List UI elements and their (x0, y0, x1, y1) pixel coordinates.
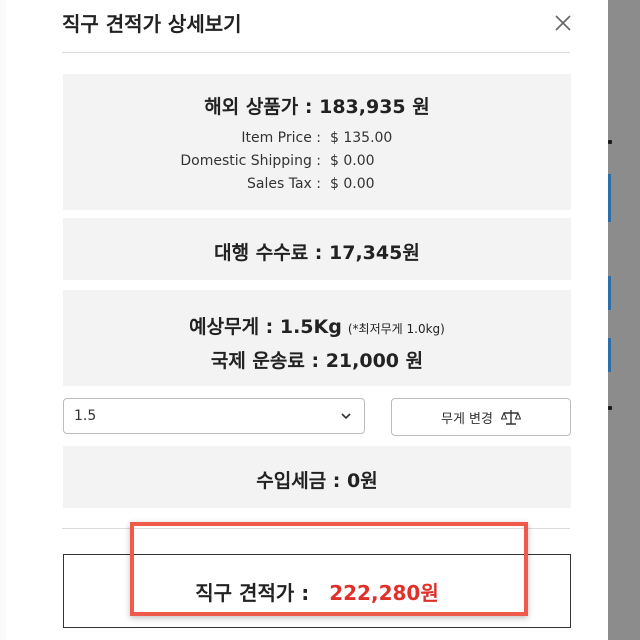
highlight-annotation (130, 522, 528, 616)
item-price-value: $ 135.00 (330, 130, 393, 146)
backdrop-dot (608, 406, 612, 410)
quote-detail-modal: 직구 견적가 상세보기 해외 상품가 : 183,935 원 Item Pric… (6, 0, 608, 640)
item-price-row: Item Price : $ 135.00 (63, 130, 571, 150)
backdrop-marker (608, 276, 611, 310)
item-price-label: Item Price : (241, 130, 321, 146)
page-backdrop (608, 0, 640, 640)
weight-change-label: 무게 변경 (441, 411, 493, 427)
weight-select[interactable]: 1.5 (63, 398, 365, 434)
domestic-shipping-value: $ 0.00 (330, 153, 375, 169)
modal-title: 직구 견적가 상세보기 (62, 12, 242, 36)
agency-fee-card: 대행 수수료 : 17,345원 (63, 218, 571, 280)
intl-shipping-text: 국제 운송료 : 21,000 원 (210, 350, 424, 372)
domestic-shipping-label: Domestic Shipping : (180, 153, 321, 169)
backdrop-marker (608, 338, 611, 372)
import-tax-text: 수입세금 : 0원 (256, 470, 378, 492)
backdrop-dot (608, 140, 612, 144)
domestic-shipping-row: Domestic Shipping : $ 0.00 (63, 153, 571, 173)
overseas-price-card: 해외 상품가 : 183,935 원 Item Price : $ 135.00… (63, 74, 571, 210)
agency-fee-text: 대행 수수료 : 17,345원 (214, 242, 420, 264)
expected-weight-text: 예상무게 : 1.5Kg (189, 316, 342, 338)
close-icon (555, 15, 571, 31)
backdrop-marker (608, 174, 611, 222)
chevron-down-icon (341, 413, 351, 420)
header-divider (62, 52, 570, 53)
close-button[interactable] (550, 10, 576, 36)
weight-change-button[interactable]: 무게 변경 (391, 398, 571, 436)
import-tax-card: 수입세금 : 0원 (63, 446, 571, 508)
min-weight-note: (*최저무게 1.0kg) (347, 322, 445, 336)
sales-tax-label: Sales Tax : (247, 176, 321, 192)
expected-weight-line: 예상무게 : 1.5Kg (*최저무게 1.0kg) (63, 312, 571, 339)
weight-select-value: 1.5 (74, 408, 97, 424)
sales-tax-value: $ 0.00 (330, 176, 375, 192)
weight-card: 예상무게 : 1.5Kg (*최저무게 1.0kg) 국제 운송료 : 21,00… (63, 290, 571, 386)
overseas-price-heading: 해외 상품가 : 183,935 원 (204, 96, 430, 118)
sales-tax-row: Sales Tax : $ 0.00 (63, 176, 571, 196)
scale-icon (500, 410, 521, 425)
